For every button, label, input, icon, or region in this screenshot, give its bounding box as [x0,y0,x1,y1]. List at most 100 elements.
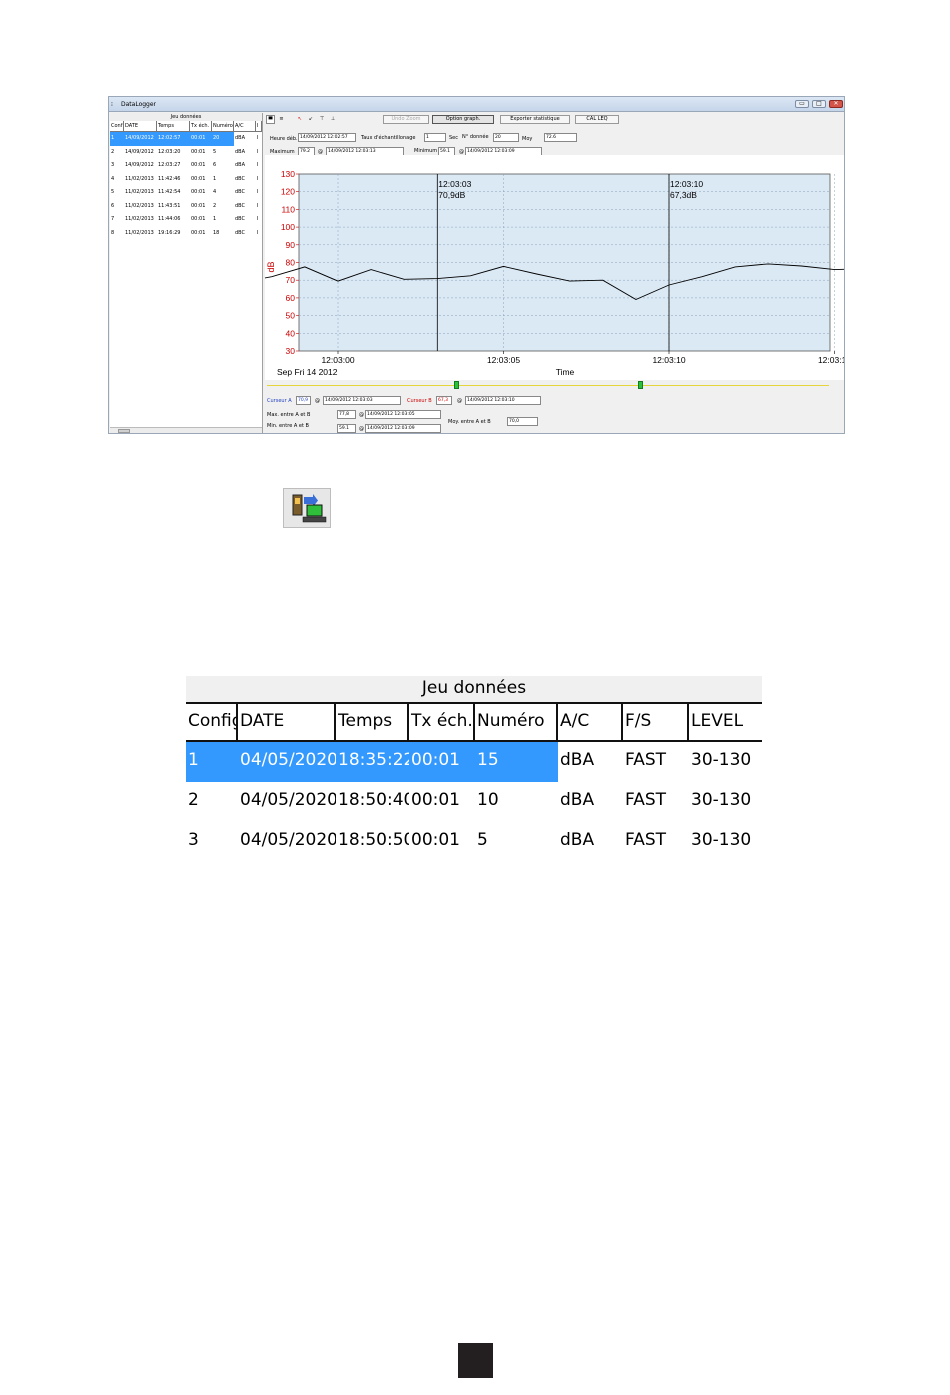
list-cell: dBA [235,162,246,168]
col-level[interactable]: LEVEL [689,704,762,740]
cursor-a-value-field[interactable]: 70,9 [296,396,311,405]
list-icon[interactable]: ≡ [277,115,286,124]
col-response[interactable]: F/S [623,704,689,740]
scrollbar-thumb[interactable] [118,429,130,433]
average-field[interactable]: 72.6 [544,133,577,142]
list-cell: 12:02:57 [157,132,190,146]
table-cell: 18:50:50 [338,830,409,850]
cursor-b-time-field[interactable]: 14/09/2012 12:03:10 [465,396,541,405]
dataset-table-title: Jeu données [186,676,762,702]
max-between-value-field[interactable]: 77,8 [337,410,356,419]
max-between-at-symbol: @ [359,412,364,418]
average-label: Moy [522,136,533,142]
maximize-button[interactable]: □ [812,100,826,108]
col-date[interactable]: DATE [124,121,157,131]
window-title: DataLogger [121,101,157,108]
cursor-a-handle[interactable] [454,381,459,389]
x-tick-label: 12:03:15 [818,355,845,365]
list-row[interactable]: 7 11/02/2013 11:44:06 00:01 1 dBC I [110,213,262,227]
app-icon: ⁝ [111,101,113,108]
y-tick-label: 130 [281,169,295,179]
list-cell: 00:01 [190,132,212,146]
cursor-b-value-field[interactable]: 67,3 [436,396,452,405]
datalogger-download-icon[interactable] [283,488,331,528]
table-cell: FAST [625,790,667,810]
col-date[interactable]: DATE [238,704,336,740]
start-time-field[interactable]: 14/09/2012 12:02:57 [298,133,356,142]
avg-between-value-field[interactable]: 70,0 [507,417,538,426]
close-button[interactable]: ✕ [829,100,843,108]
sample-rate-field[interactable]: 1 [424,133,446,142]
y-axis-label: dB [266,261,276,272]
col-time[interactable]: Temps [336,704,409,740]
list-cell: 5 [213,148,217,155]
min-between-time-field[interactable]: 14/09/2012 12:03:09 [365,424,441,433]
cursor-b-icon[interactable]: ↙ [307,115,315,124]
pin-icon[interactable]: ⊥ [329,115,337,124]
col-config[interactable]: Conf [110,121,124,131]
x-tick-label: 12:03:00 [321,355,354,365]
col-config[interactable]: Config [186,704,238,740]
col-weighting[interactable]: A/C [558,704,623,740]
export-statistics-button[interactable]: Exporter statistique [500,115,570,124]
dataset-list-header: Conf DATE Temps Tx éch. Numéro A/C I [110,121,262,132]
col-number[interactable]: Numéro [475,704,558,740]
cursor-b-label: Curseur B [407,398,432,404]
start-time-label: Heure déb. [270,136,298,142]
undo-zoom-button[interactable]: Undo Zoom [383,115,429,124]
list-row[interactable]: 6 11/02/2013 11:43:51 00:01 2 dBC I [110,200,262,214]
option-graph-button[interactable]: Option graph. [432,115,494,124]
cursor-a-time-field[interactable]: 14/09/2012 12:03:03 [323,396,401,405]
list-cell: 8 [111,229,115,236]
table-cell: dBA [560,790,595,810]
list-cell: I [257,175,259,182]
cursor-a-value-label: 70,9dB [438,190,465,200]
col-more[interactable]: I [256,121,262,131]
table-row[interactable]: 2 04/05/2020 18:50:40 00:01 10 dBA FAST 30-130 [186,782,762,822]
select-data-icon[interactable]: ▀ [266,115,275,124]
table-row[interactable]: 1 04/05/2020 18:35:22 00:01 15 dBA FAST 30-130 [186,742,762,782]
list-row[interactable]: 8 11/02/2013 19:16:29 00:01 18 dBC I [110,227,262,241]
list-cell: 11/02/2013 [125,229,154,236]
col-weighting[interactable]: A/C [234,121,256,131]
list-cell: 7 [111,216,115,222]
data-count-field[interactable]: 20 [493,133,519,142]
min-between-value-field[interactable]: 59.1 [337,424,356,433]
table-cell: 3 [188,830,199,850]
minimize-button[interactable]: ▭ [795,100,809,108]
cal-leq-button[interactable]: CAL LEQ [575,115,619,124]
list-row[interactable]: 2 14/09/2012 12:03:20 00:01 5 dBA I [110,146,262,160]
list-cell: 00:01 [191,175,206,182]
list-cell: 4 [111,175,115,182]
dataset-list: Jeu données Conf DATE Temps Tx éch. Numé… [110,113,263,433]
col-number[interactable]: Numéro [212,121,234,131]
y-tick-label: 50 [286,311,296,321]
list-row[interactable]: 5 11/02/2013 11:42:54 00:01 4 dBC I [110,186,262,200]
dataset-table-zoomed: Jeu données Config DATE Temps Tx éch. Nu… [186,676,762,862]
col-time[interactable]: Temps [157,121,190,131]
table-cell: 04/05/2020 [240,830,336,850]
table-cell: 00:01 [409,742,475,782]
max-between-time-field[interactable]: 14/09/2012 12:03:05 [365,410,441,419]
table-row[interactable]: 3 04/05/2020 18:50:50 00:01 5 dBA FAST 30-130 [186,822,762,862]
table-cell: 2 [188,790,199,810]
list-row[interactable]: 4 11/02/2013 11:42:46 00:01 1 dBC I [110,173,262,187]
col-rate[interactable]: Tx éch. [190,121,212,131]
zoom-icon[interactable]: ⊤ [318,115,326,124]
list-row[interactable]: 1 14/09/2012 12:02:57 00:01 20 dBA I [110,132,262,146]
cursor-track[interactable] [267,385,829,386]
cursor-b-handle[interactable] [638,381,643,389]
cursor-b-at-symbol: @ [457,398,462,404]
list-cell: dBC [235,216,246,222]
col-rate[interactable]: Tx éch. [409,704,475,740]
y-tick-label: 110 [281,204,295,214]
cursor-a-icon[interactable]: ↖ [296,115,304,124]
list-cell: 11/02/2013 [125,189,154,195]
list-cell: 11/02/2013 [125,216,154,222]
list-cell: dBC [235,189,246,195]
horizontal-scrollbar[interactable] [110,427,262,433]
table-cell: 5 [477,830,488,850]
sound-level-chart[interactable]: dB Time Sep Fri 14 2012 30 40 50 60 70 80 90 10… [238,155,845,380]
list-row[interactable]: 3 14/09/2012 12:03:27 00:01 6 dBA I [110,159,262,173]
chart-area[interactable]: dB Time Sep Fri 14 2012 30 40 50 60 70 80 90 10… [238,155,845,380]
